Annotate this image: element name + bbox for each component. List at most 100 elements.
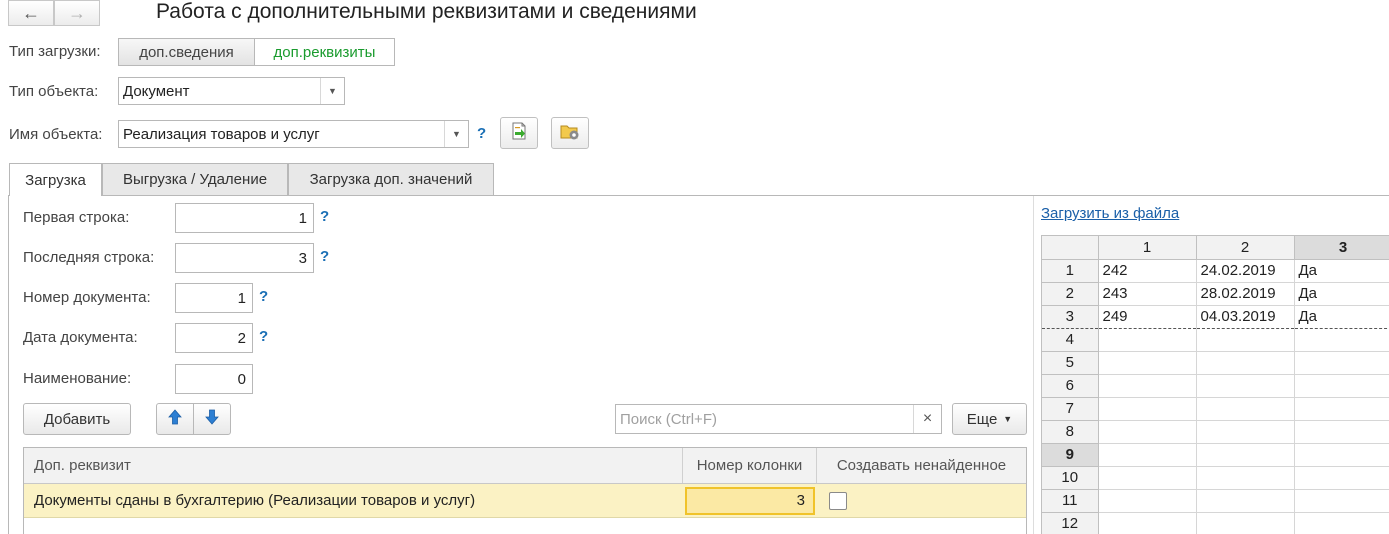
sheet-cell[interactable]	[1196, 374, 1295, 398]
search-input[interactable]: Поиск (Ctrl+F)	[616, 411, 913, 428]
cell-2-2[interactable]: 28.02.2019	[1196, 282, 1295, 306]
table-header: Доп. реквизит Номер колонки Создавать не…	[24, 448, 1026, 484]
chevron-down-icon[interactable]: ▼	[320, 78, 344, 104]
sheet-cell[interactable]	[1294, 443, 1389, 467]
first-row-help[interactable]: ?	[320, 208, 329, 225]
arrow-right-icon: →	[68, 2, 86, 23]
row-column-cell[interactable]: 3	[683, 484, 817, 517]
object-name-label: Имя объекта:	[9, 126, 103, 143]
column-header-create-missing[interactable]: Создавать ненайденное	[817, 448, 1026, 483]
doc-number-help[interactable]: ?	[259, 288, 268, 305]
row-number-11[interactable]: 11	[1042, 489, 1099, 513]
cell-3-2[interactable]: 04.03.2019	[1196, 305, 1295, 329]
cell-2-1[interactable]: 243	[1098, 282, 1197, 306]
tab-load-values[interactable]: Загрузка доп. значений	[288, 163, 494, 195]
cell-3-3[interactable]: Да	[1294, 305, 1389, 329]
sheet-cell[interactable]	[1196, 351, 1295, 375]
col-header-3[interactable]: 3	[1294, 236, 1389, 260]
sheet-cell[interactable]	[1196, 466, 1295, 490]
row-number-7[interactable]: 7	[1042, 397, 1099, 421]
row-number-12[interactable]: 12	[1042, 512, 1099, 534]
name-input[interactable]: 0	[175, 364, 253, 394]
sheet-cell[interactable]	[1294, 489, 1389, 513]
load-document-button[interactable]	[500, 117, 538, 149]
sheet-cell[interactable]	[1196, 489, 1295, 513]
load-type-option-attributes[interactable]: доп.реквизиты	[254, 38, 395, 66]
row-number-9[interactable]: 9	[1042, 443, 1099, 467]
arrow-down-icon	[205, 409, 219, 429]
create-missing-checkbox[interactable]	[829, 491, 847, 510]
settings-button[interactable]	[551, 117, 589, 149]
sheet-cell[interactable]	[1098, 443, 1197, 467]
col-header-1[interactable]: 1	[1098, 236, 1197, 260]
sheet-cell[interactable]	[1098, 374, 1197, 398]
column-header-attribute[interactable]: Доп. реквизит	[24, 448, 683, 483]
chevron-down-icon: ▼	[1003, 414, 1013, 424]
folder-gear-icon	[559, 121, 581, 145]
sheet-cell[interactable]	[1294, 512, 1389, 534]
search-box[interactable]: Поиск (Ctrl+F) ×	[615, 404, 942, 434]
sheet-cell[interactable]	[1294, 351, 1389, 375]
row-number-3[interactable]: 3	[1042, 305, 1099, 329]
row-number-6[interactable]: 6	[1042, 374, 1099, 398]
cell-1-2[interactable]: 24.02.2019	[1196, 259, 1295, 283]
column-header-column-number[interactable]: Номер колонки	[683, 448, 817, 483]
sheet-cell[interactable]	[1196, 397, 1295, 421]
table-row[interactable]: Документы сданы в бухгалтерию (Реализаци…	[24, 484, 1026, 518]
last-row-input[interactable]: 3	[175, 243, 314, 273]
doc-date-input[interactable]: 2	[175, 323, 253, 353]
sheet-cell[interactable]	[1098, 466, 1197, 490]
more-button[interactable]: Еще ▼	[952, 403, 1027, 435]
clear-search-icon[interactable]: ×	[913, 405, 941, 433]
sheet-cell[interactable]	[1098, 351, 1197, 375]
cell-1-3[interactable]: Да	[1294, 259, 1389, 283]
load-type-option-info[interactable]: доп.сведения	[118, 38, 255, 66]
sheet-cell[interactable]	[1098, 420, 1197, 444]
doc-number-input[interactable]: 1	[175, 283, 253, 313]
doc-date-help[interactable]: ?	[259, 328, 268, 345]
cell-2-3[interactable]: Да	[1294, 282, 1389, 306]
object-name-value: Реализация товаров и услуг	[123, 125, 320, 143]
sheet-cell[interactable]	[1098, 397, 1197, 421]
sheet-cell[interactable]	[1196, 420, 1295, 444]
col-header-2[interactable]: 2	[1196, 236, 1295, 260]
row-number-4[interactable]: 4	[1042, 328, 1099, 352]
sheet-cell[interactable]	[1294, 397, 1389, 421]
back-button[interactable]: ←	[8, 0, 54, 26]
sheet-cell[interactable]	[1294, 466, 1389, 490]
splitter[interactable]	[1033, 196, 1034, 534]
object-name-help[interactable]: ?	[477, 125, 486, 142]
row-number-1[interactable]: 1	[1042, 259, 1099, 283]
row-number-10[interactable]: 10	[1042, 466, 1099, 490]
sheet-cell[interactable]	[1098, 328, 1197, 352]
row-number-2[interactable]: 2	[1042, 282, 1099, 306]
chevron-down-icon[interactable]: ▼	[444, 121, 468, 147]
row-number-8[interactable]: 8	[1042, 420, 1099, 444]
move-up-button[interactable]	[156, 403, 194, 435]
object-type-select[interactable]: Документ ▼	[118, 77, 345, 105]
sheet-cell[interactable]	[1294, 328, 1389, 352]
tab-export-delete[interactable]: Выгрузка / Удаление	[102, 163, 288, 195]
first-row-input[interactable]: 1	[175, 203, 314, 233]
last-row-help[interactable]: ?	[320, 248, 329, 265]
add-button[interactable]: Добавить	[23, 403, 131, 435]
row-attribute-cell[interactable]: Документы сданы в бухгалтерию (Реализаци…	[24, 484, 683, 517]
object-name-select[interactable]: Реализация товаров и услуг ▼	[118, 120, 469, 148]
forward-button[interactable]: →	[54, 0, 100, 26]
sheet-cell[interactable]	[1196, 443, 1295, 467]
first-row-label: Первая строка:	[23, 209, 130, 226]
cell-1-1[interactable]: 242	[1098, 259, 1197, 283]
spreadsheet[interactable]: 1 2 3 1 242 24.02.2019 Да 2 243 28.02.20…	[1041, 235, 1389, 534]
row-number-5[interactable]: 5	[1042, 351, 1099, 375]
column-number-input[interactable]: 3	[685, 486, 815, 515]
tab-load[interactable]: Загрузка	[9, 163, 102, 196]
sheet-cell[interactable]	[1294, 420, 1389, 444]
sheet-cell[interactable]	[1098, 489, 1197, 513]
sheet-cell[interactable]	[1294, 374, 1389, 398]
cell-3-1[interactable]: 249	[1098, 305, 1197, 329]
sheet-cell[interactable]	[1196, 328, 1295, 352]
sheet-cell[interactable]	[1098, 512, 1197, 534]
move-down-button[interactable]	[193, 403, 231, 435]
sheet-cell[interactable]	[1196, 512, 1295, 534]
load-from-file-link[interactable]: Загрузить из файла	[1041, 205, 1179, 222]
